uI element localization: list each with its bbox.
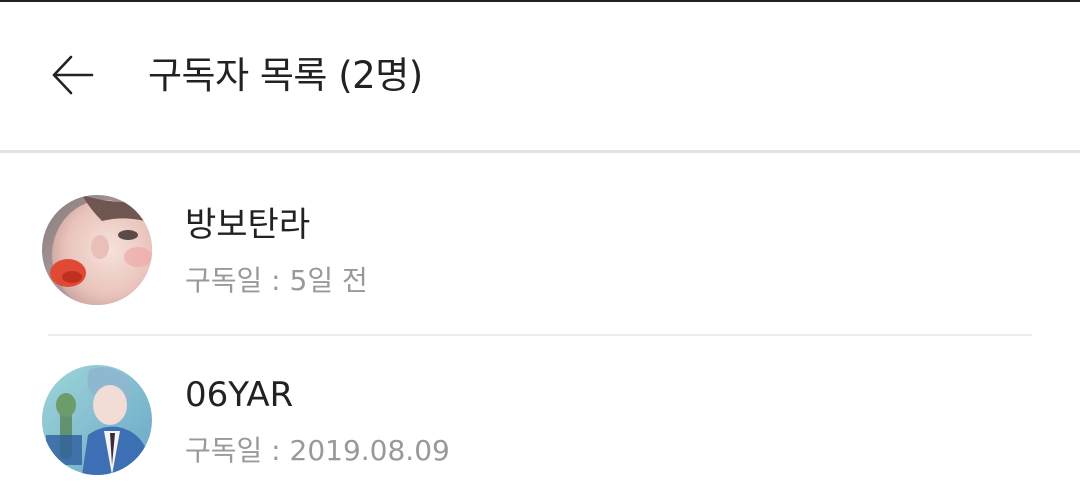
avatar[interactable] <box>42 195 152 305</box>
avatar[interactable] <box>42 365 152 475</box>
list-item[interactable]: 방보탄라 구독일 : 5일 전 <box>0 153 1080 336</box>
app-header: 구독자 목록 (2명) <box>0 2 1080 150</box>
subscriber-list-screen: 구독자 목록 (2명) 방보탄라 구독일: 5일 전 06YAR 구독일: … <box>0 0 1080 499</box>
subscriber-name: 06YAR <box>185 375 294 415</box>
list-item[interactable]: 06YAR 구독일 : 2019.08.09 <box>0 335 1080 499</box>
arrow-left-icon <box>50 52 96 102</box>
page-title: 구독자 목록 (2명) <box>148 54 423 97</box>
back-button[interactable] <box>38 42 108 112</box>
subscribed-date: 구독일 : 2019.08.09 <box>185 434 450 467</box>
subscribed-date: 구독일 : 5일 전 <box>185 264 368 297</box>
subscriber-name: 방보탄라 <box>185 205 311 245</box>
